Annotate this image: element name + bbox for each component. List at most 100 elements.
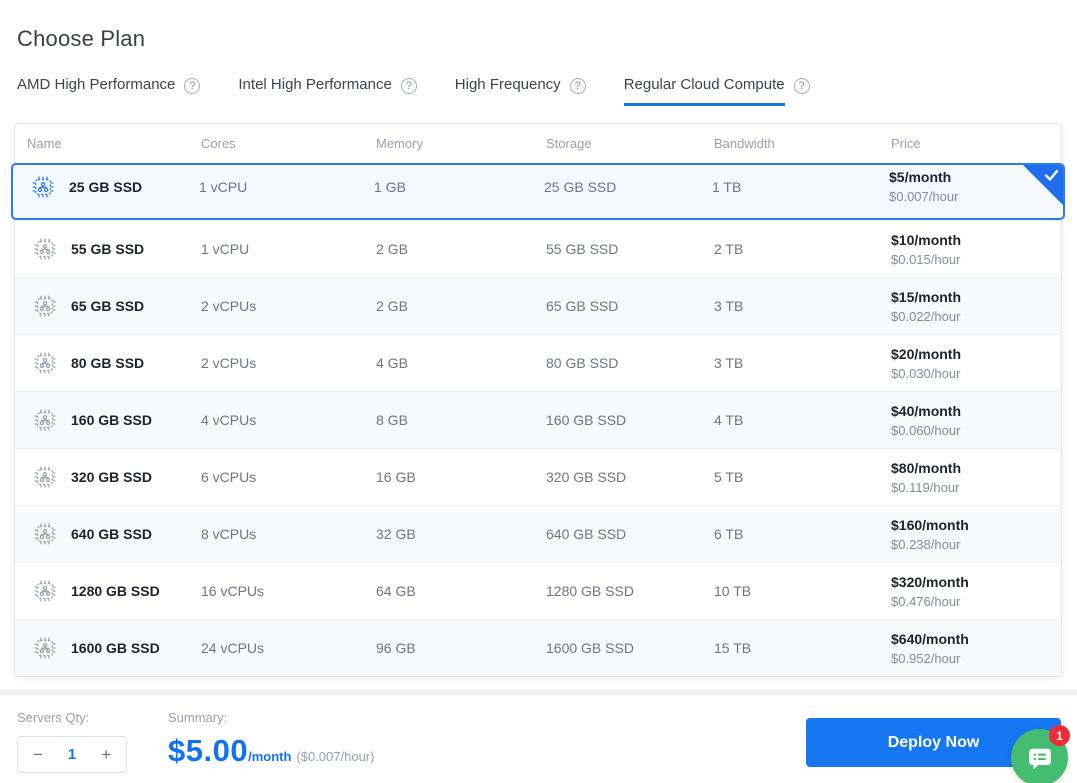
plan-storage: 25 GB SSD [544,178,617,195]
price-per-month: $10/month [891,231,962,248]
server-chip-icon [33,408,57,432]
tab-amd-high-performance[interactable]: AMD High Performance ? [17,76,201,106]
plan-storage: 640 GB SSD [546,526,627,542]
summary-price: $5.00 [168,733,249,768]
column-header-name: Name [27,136,62,151]
plan-name: 80 GB SSD [71,355,145,371]
qty-decrease-button[interactable]: − [33,746,43,763]
price-per-hour: $0.119/hour [891,479,960,495]
plan-storage: 320 GB SSD [546,469,627,485]
plan-cores: 24 vCPUs [201,640,265,656]
plan-price-cell: $40/month $0.060/hour [891,404,1061,437]
plan-name-cell: 320 GB SSD [15,465,201,489]
column-header-price: Price [891,136,921,151]
price-per-month: $160/month [891,516,969,533]
tab-label: Regular Cloud Compute [623,76,785,106]
help-circle-icon[interactable]: ? [400,78,417,94]
plan-name: 55 GB SSD [71,241,145,257]
plan-name-cell: 160 GB SSD [15,408,201,432]
plan-name: 640 GB SSD [71,526,152,542]
plan-bandwidth: 6 TB [714,526,744,542]
deploy-footer: Servers Qty: − 1 + Summary: $5.00 /month… [0,695,1077,783]
plan-memory: 2 GB [376,241,408,257]
plan-name: 65 GB SSD [71,298,145,314]
price-per-month: $640/month [891,630,969,647]
summary-block: Summary: $5.00 /month ($0.007/hour) [168,710,374,769]
plan-bandwidth: 3 TB [714,355,744,371]
plan-cores: 1 vCPU [199,178,248,195]
tab-label: AMD High Performance [17,76,176,93]
server-chip-icon [33,237,57,261]
price-per-month: $80/month [891,459,962,476]
plan-row-65-gb-ssd[interactable]: 65 GB SSD 2 vCPUs 2 GB 65 GB SSD 3 TB $15/mon… [15,277,1061,334]
plan-bandwidth: 15 TB [714,640,752,656]
plan-cores: 2 vCPUs [201,298,257,314]
summary-price-row: $5.00 /month ($0.007/hour) [168,733,374,769]
plan-memory: 4 GB [376,355,408,371]
tab-regular-cloud-compute[interactable]: Regular Cloud Compute ? [623,76,810,106]
plan-row-1600-gb-ssd[interactable]: 1600 GB SSD 24 vCPUs 96 GB 1600 GB SSD 15 TB… [15,619,1061,676]
plan-cores: 6 vCPUs [201,469,257,485]
plan-price-cell: $80/month $0.119/hour [891,461,1061,494]
plan-bandwidth: 4 TB [714,412,744,428]
qty-increase-button[interactable]: + [101,746,111,763]
plan-memory: 8 GB [376,412,408,428]
plan-row-1280-gb-ssd[interactable]: 1280 GB SSD 16 vCPUs 64 GB 1280 GB SSD 10 TB… [15,562,1061,619]
plan-name-cell: 55 GB SSD [15,237,201,261]
tab-label: High Frequency [454,76,561,93]
plan-cores: 2 vCPUs [201,355,257,371]
column-header-storage: Storage [546,136,592,151]
plan-price-cell: $160/month $0.238/hour [891,518,1061,551]
price-per-hour: $0.060/hour [891,422,961,438]
plan-price-cell: $15/month $0.022/hour [891,290,1061,323]
plan-cores: 16 vCPUs [201,583,265,599]
server-chip-icon [31,175,55,199]
plan-row-160-gb-ssd[interactable]: 160 GB SSD 4 vCPUs 8 GB 160 GB SSD 4 TB $40/m… [15,391,1061,448]
price-per-hour: $0.022/hour [891,308,961,324]
server-chip-icon [33,636,57,660]
plan-name: 1600 GB SSD [71,640,160,656]
price-per-hour: $0.238/hour [891,536,961,552]
server-chip-icon [33,522,57,546]
plan-row-640-gb-ssd[interactable]: 640 GB SSD 8 vCPUs 32 GB 640 GB SSD 6 TB $160… [15,505,1061,562]
plan-type-tabs: AMD High Performance ? Intel High Perfor… [17,76,1077,106]
plan-name: 25 GB SSD [69,178,143,195]
plan-price-cell: $20/month $0.030/hour [891,347,1061,380]
plan-memory: 32 GB [376,526,416,542]
chat-launcher-button[interactable]: 1 [1011,725,1070,783]
plan-name-cell: 1600 GB SSD [15,636,201,660]
plan-cores: 1 vCPU [201,241,250,257]
help-circle-icon[interactable]: ? [184,78,201,94]
tab-intel-high-performance[interactable]: Intel High Performance ? [238,76,417,106]
price-per-hour: $0.952/hour [891,650,961,666]
plan-name-cell: 640 GB SSD [15,522,201,546]
plan-price-cell: $10/month $0.015/hour [891,233,1061,266]
plan-row-80-gb-ssd[interactable]: 80 GB SSD 2 vCPUs 4 GB 80 GB SSD 3 TB $20/mon… [15,334,1061,391]
plan-cores: 8 vCPUs [201,526,257,542]
summary-label: Summary: [168,710,228,725]
price-per-month: $15/month [891,288,962,305]
plan-row-320-gb-ssd[interactable]: 320 GB SSD 6 vCPUs 16 GB 320 GB SSD 5 TB $80/… [15,448,1061,505]
plan-name-cell: 25 GB SSD [13,175,199,199]
help-circle-icon[interactable]: ? [793,78,810,94]
qty-value[interactable]: 1 [68,746,76,763]
plan-row-55-gb-ssd[interactable]: 55 GB SSD 1 vCPU 2 GB 55 GB SSD 2 TB $10/mont… [15,220,1061,277]
price-per-hour: $0.015/hour [891,251,961,267]
plan-row-25-gb-ssd[interactable]: 25 GB SSD 1 vCPU 1 GB 25 GB SSD 1 TB $5/month… [11,163,1065,220]
plan-memory: 64 GB [376,583,416,599]
help-circle-icon[interactable]: ? [569,78,586,94]
price-per-month: $20/month [891,345,962,362]
plan-name: 320 GB SSD [71,469,152,485]
plan-storage: 55 GB SSD [546,241,619,257]
price-per-month: $40/month [891,402,962,419]
server-chip-icon [33,579,57,603]
plan-memory: 2 GB [376,298,408,314]
summary-period: /month [248,749,292,764]
plan-storage: 1280 GB SSD [546,583,634,599]
column-header-bandwidth: Bandwidth [714,136,775,151]
plan-table-header: Name Cores Memory Storage Bandwidth Pric… [15,124,1061,163]
plan-bandwidth: 5 TB [714,469,744,485]
plan-memory: 1 GB [374,178,406,195]
plan-table-body: 25 GB SSD 1 vCPU 1 GB 25 GB SSD 1 TB $5/month… [11,163,1065,676]
tab-high-frequency[interactable]: High Frequency ? [455,76,586,106]
